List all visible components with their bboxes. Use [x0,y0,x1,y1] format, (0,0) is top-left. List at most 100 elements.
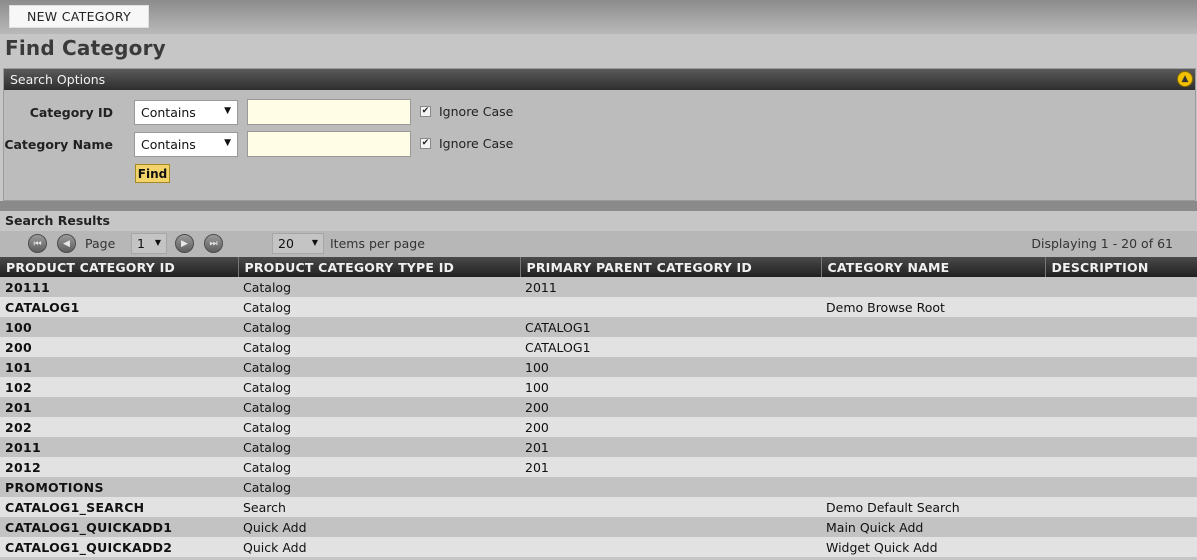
search-options-header[interactable]: Search Options ▲ [4,69,1195,90]
cell-description [1045,397,1197,417]
cell-primary-parent-category-id: 100 [520,357,821,377]
cell-product-category-type-id: Catalog [238,457,520,477]
table-row[interactable]: 2011 Catalog 201 [0,437,1197,457]
table-row[interactable]: CATALOG1_QUICKADD2 Quick Add Widget Quick … [0,537,1197,557]
items-per-page-select[interactable]: 20 ▼ [272,233,324,254]
table-row[interactable]: 202 Catalog 200 [0,417,1197,437]
table-row[interactable]: 200 Catalog CATALOG1 [0,337,1197,357]
category-name-operator-value: Contains [141,137,196,152]
previous-page-icon[interactable]: ◀ [57,234,76,253]
cell-primary-parent-category-id: 100 [520,377,821,397]
column-header-description[interactable]: DESCRIPTION [1045,257,1197,277]
cell-primary-parent-category-id: CATALOG1 [520,317,821,337]
cell-product-category-id[interactable]: 102 [0,377,238,397]
table-row[interactable]: CATALOG1_QUICKADD1 Quick Add Main Quick Ad… [0,517,1197,537]
cell-product-category-type-id: Catalog [238,397,520,417]
cell-product-category-type-id: Catalog [238,337,520,357]
cell-primary-parent-category-id [520,477,821,497]
cell-product-category-type-id: Catalog [238,477,520,497]
cell-description [1045,437,1197,457]
table-header-row: PRODUCT CATEGORY ID PRODUCT CATEGORY TYP… [0,257,1197,277]
cell-product-category-id[interactable]: PROMOTIONS [0,477,238,497]
category-name-input[interactable] [247,131,411,157]
cell-category-name [821,317,1045,337]
cell-product-category-id[interactable]: 200 [0,337,238,357]
category-name-operator-select[interactable]: Contains ▼ [134,132,238,157]
table-row[interactable]: CATALOG1 Catalog Demo Browse Root [0,297,1197,317]
cell-product-category-id[interactable]: CATALOG1_QUICKADD1 [0,517,238,537]
cell-category-name: Demo Default Search [821,497,1045,517]
new-category-button[interactable]: NEW CATEGORY [9,5,149,28]
cell-product-category-id[interactable]: CATALOG1_QUICKADD2 [0,537,238,557]
cell-product-category-id[interactable]: 101 [0,357,238,377]
cell-product-category-id[interactable]: 20111 [0,277,238,297]
cell-primary-parent-category-id: 200 [520,417,821,437]
find-button[interactable]: Find [135,164,170,183]
next-page-icon[interactable]: ▶ [175,234,194,253]
table-row[interactable]: 100 Catalog CATALOG1 [0,317,1197,337]
cell-description [1045,497,1197,517]
cell-product-category-type-id: Catalog [238,277,520,297]
cell-category-name: Demo Browse Root [821,297,1045,317]
cell-product-category-type-id: Catalog [238,377,520,397]
column-header-category-name[interactable]: CATEGORY NAME [821,257,1046,277]
cell-product-category-type-id: Quick Add [238,537,520,557]
page-title: Find Category [5,36,166,60]
cell-category-name [821,337,1045,357]
search-results-title: Search Results [5,213,110,228]
table-row[interactable]: 2012 Catalog 201 [0,457,1197,477]
cell-product-category-id[interactable]: 100 [0,317,238,337]
cell-product-category-type-id: Catalog [238,357,520,377]
category-name-ignore-case-checkbox[interactable]: ✔ [420,138,431,149]
cell-product-category-type-id: Catalog [238,297,520,317]
table-row[interactable]: 20111 Catalog 2011 [0,277,1197,297]
last-page-icon[interactable]: ⏭ [204,234,223,253]
dropdown-arrow-icon: ▼ [224,138,231,148]
table-row[interactable]: PROMOTIONS Catalog [0,477,1197,497]
cell-product-category-type-id: Catalog [238,417,520,437]
cell-description [1045,337,1197,357]
cell-category-name [821,417,1045,437]
column-header-product-category-type-id[interactable]: PRODUCT CATEGORY TYPE ID [238,257,521,277]
cell-description [1045,517,1197,537]
cell-category-name [821,397,1045,417]
cell-product-category-id[interactable]: CATALOG1 [0,297,238,317]
first-page-icon[interactable]: ⏮ [28,234,47,253]
cell-category-name [821,477,1045,497]
section-divider [0,201,1197,211]
cell-product-category-id[interactable]: 201 [0,397,238,417]
category-id-label: Category ID [29,105,113,120]
page-number-select[interactable]: 1 ▼ [131,233,167,254]
table-row[interactable]: 101 Catalog 100 [0,357,1197,377]
column-header-primary-parent-category-id[interactable]: PRIMARY PARENT CATEGORY ID [520,257,822,277]
cell-category-name: Widget Quick Add [821,537,1045,557]
category-id-operator-select[interactable]: Contains ▼ [134,100,238,125]
cell-product-category-type-id: Search [238,497,520,517]
category-id-ignore-case-checkbox[interactable]: ✔ [420,106,431,117]
items-per-page-value: 20 [278,236,294,251]
dropdown-arrow-icon: ▼ [224,106,231,116]
cell-product-category-id[interactable]: CATALOG1_SEARCH [0,497,238,517]
cell-category-name [821,457,1045,477]
table-row[interactable]: 102 Catalog 100 [0,377,1197,397]
table-row[interactable]: 201 Catalog 200 [0,397,1197,417]
cell-primary-parent-category-id: 201 [520,457,821,477]
cell-product-category-id[interactable]: 2012 [0,457,238,477]
cell-description [1045,457,1197,477]
cell-description [1045,317,1197,337]
search-options-panel: Search Options ▲ Category ID Contains ▼ … [3,68,1196,201]
displaying-count: Displaying 1 - 20 of 61 [1031,236,1173,251]
items-per-page-label: Items per page [330,236,425,251]
cell-product-category-id[interactable]: 202 [0,417,238,437]
page-number-value: 1 [137,236,145,251]
cell-product-category-id[interactable]: 2011 [0,437,238,457]
cell-product-category-type-id: Catalog [238,317,520,337]
top-toolbar: NEW CATEGORY [0,0,1197,34]
chevron-up-icon[interactable]: ▲ [1177,71,1193,87]
cell-primary-parent-category-id [520,517,821,537]
category-name-label: Category Name [4,137,113,152]
cell-description [1045,357,1197,377]
column-header-product-category-id[interactable]: PRODUCT CATEGORY ID [0,257,239,277]
table-row[interactable]: CATALOG1_SEARCH Search Demo Default Search [0,497,1197,517]
category-id-input[interactable] [247,99,411,125]
